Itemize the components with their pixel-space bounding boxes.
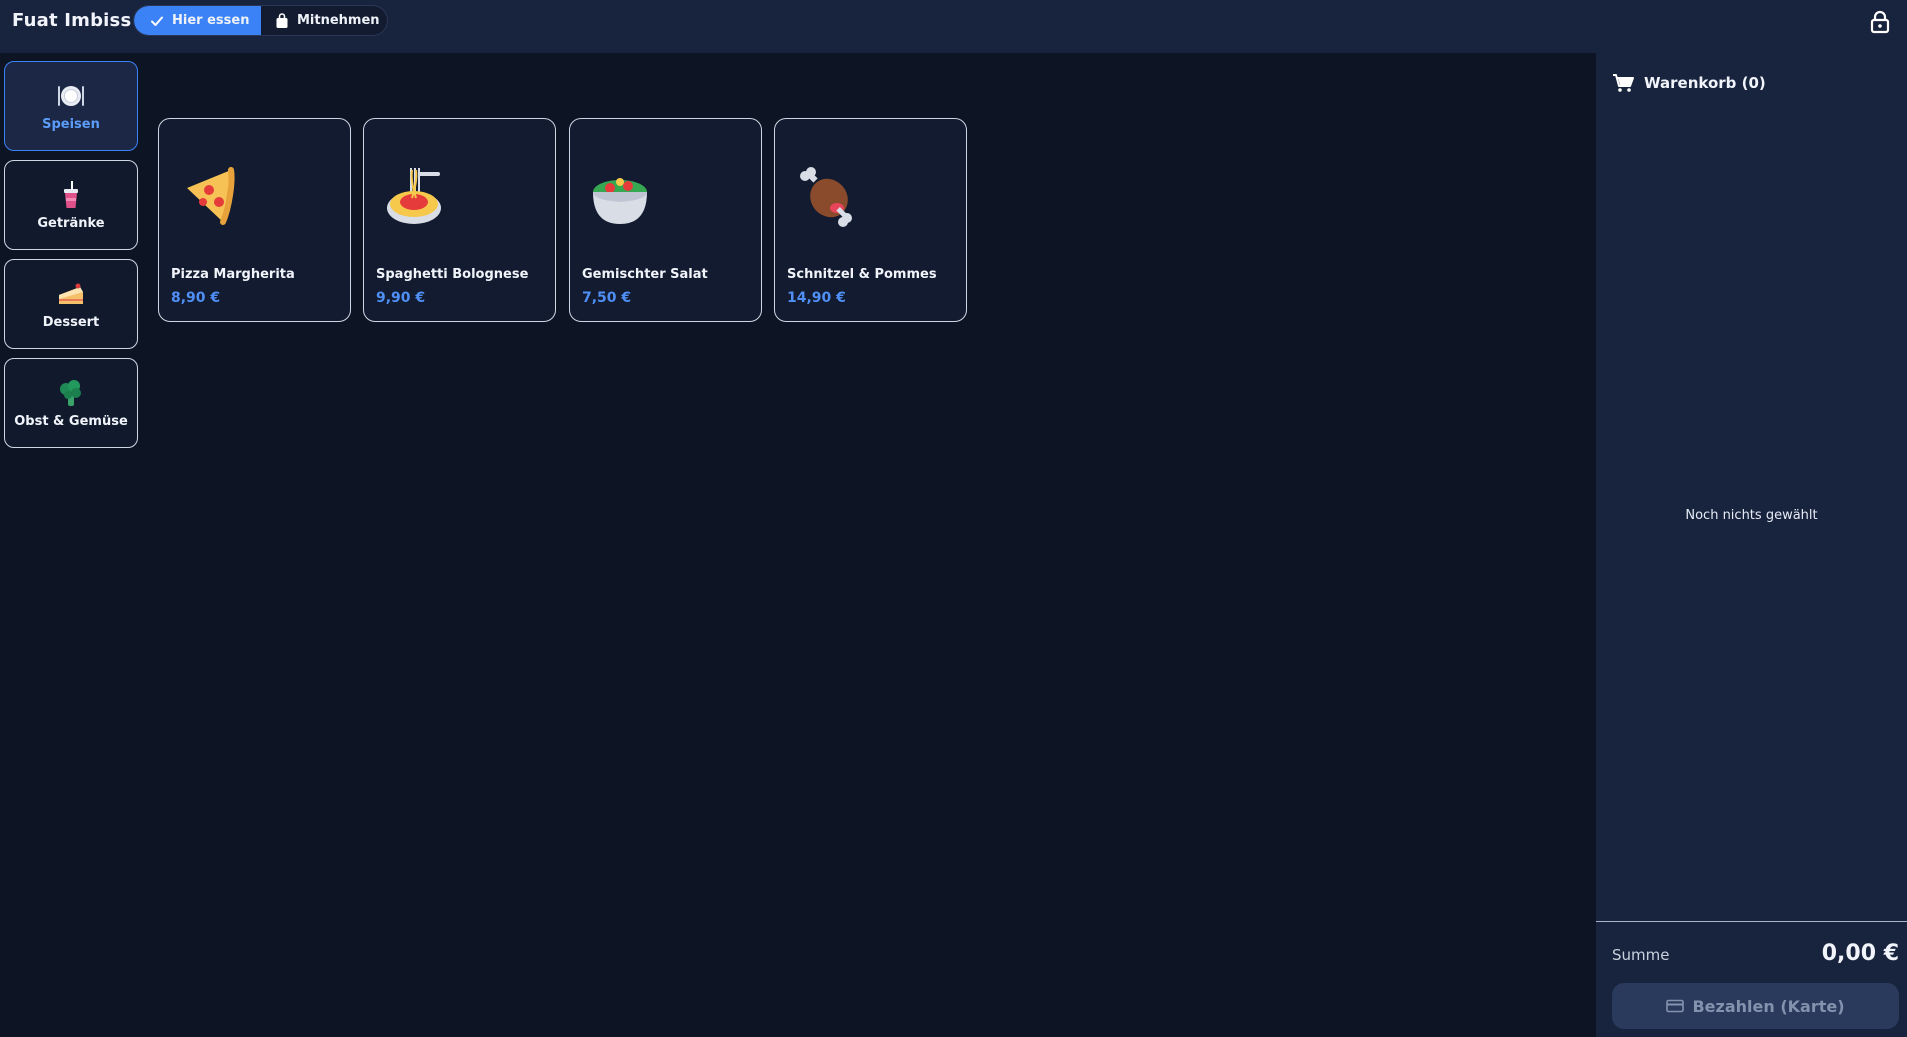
cart-empty-message: Noch nichts gewählt bbox=[1685, 508, 1818, 523]
category-obst-gemuese[interactable]: Obst & Gemüse bbox=[4, 358, 138, 448]
category-label: Getränke bbox=[37, 215, 105, 231]
category-label: Speisen bbox=[42, 116, 100, 132]
app-title: Fuat Imbiss bbox=[12, 10, 132, 31]
lock-icon[interactable] bbox=[1869, 10, 1891, 34]
product-card-pizza[interactable]: Pizza Margherita 8,90 € bbox=[158, 118, 351, 322]
pay-button-label: Bezahlen (Karte) bbox=[1692, 996, 1845, 1016]
category-label: Dessert bbox=[42, 314, 100, 330]
plate-icon bbox=[58, 85, 84, 106]
dining-mode-toggle: Hier essen Mitnehmen bbox=[133, 5, 388, 36]
sum-value: 0,00 € bbox=[1821, 941, 1899, 966]
cart-icon bbox=[1613, 74, 1634, 92]
mode-takeaway-button[interactable]: Mitnehmen bbox=[261, 6, 387, 35]
category-label: Obst & Gemüse bbox=[14, 413, 128, 429]
salad-icon bbox=[593, 178, 647, 224]
pizza-icon bbox=[187, 167, 235, 225]
product-card-spaghetti[interactable]: Spaghetti Bolognese 9,90 € bbox=[363, 118, 556, 322]
pay-card-button[interactable]: Bezahlen (Karte) bbox=[1612, 983, 1899, 1029]
check-icon bbox=[151, 16, 163, 26]
product-name: Pizza Margherita bbox=[171, 267, 295, 282]
top-bar: Fuat Imbiss Hier essen Mitnehmen bbox=[0, 0, 1907, 53]
bag-icon bbox=[276, 12, 288, 28]
mode-dine-in-button[interactable]: Hier essen bbox=[134, 6, 261, 35]
product-card-schnitzel[interactable]: Schnitzel & Pommes 14,90 € bbox=[774, 118, 967, 322]
credit-card-icon bbox=[1666, 999, 1685, 1013]
product-name: Gemischter Salat bbox=[582, 267, 708, 282]
category-speisen[interactable]: Speisen bbox=[4, 61, 138, 151]
spaghetti-icon bbox=[387, 168, 441, 224]
mode-takeaway-label: Mitnehmen bbox=[297, 13, 380, 28]
product-name: Schnitzel & Pommes bbox=[787, 267, 937, 282]
drink-cup-icon bbox=[64, 180, 78, 208]
product-price: 14,90 € bbox=[787, 290, 846, 306]
product-price: 8,90 € bbox=[171, 290, 221, 306]
cart-header: Warenkorb (0) bbox=[1612, 73, 1766, 93]
mode-dine-in-label: Hier essen bbox=[172, 13, 250, 28]
product-price: 7,50 € bbox=[582, 290, 632, 306]
category-dessert[interactable]: Dessert bbox=[4, 259, 138, 349]
cart-title: Warenkorb (0) bbox=[1644, 74, 1766, 92]
cart-panel: Warenkorb (0) Noch nichts gewählt Summe … bbox=[1596, 53, 1907, 1037]
cake-slice-icon bbox=[59, 283, 83, 304]
product-card-salad[interactable]: Gemischter Salat 7,50 € bbox=[569, 118, 762, 322]
cart-divider bbox=[1596, 921, 1907, 922]
sum-label: Summe bbox=[1612, 946, 1670, 964]
category-getraenke[interactable]: Getränke bbox=[4, 160, 138, 250]
broccoli-icon bbox=[60, 379, 81, 406]
main-content: Speisen Getränke Dessert Obst & Gemüse P… bbox=[0, 53, 1596, 1037]
meat-icon bbox=[800, 167, 852, 227]
product-name: Spaghetti Bolognese bbox=[376, 267, 529, 282]
product-price: 9,90 € bbox=[376, 290, 426, 306]
